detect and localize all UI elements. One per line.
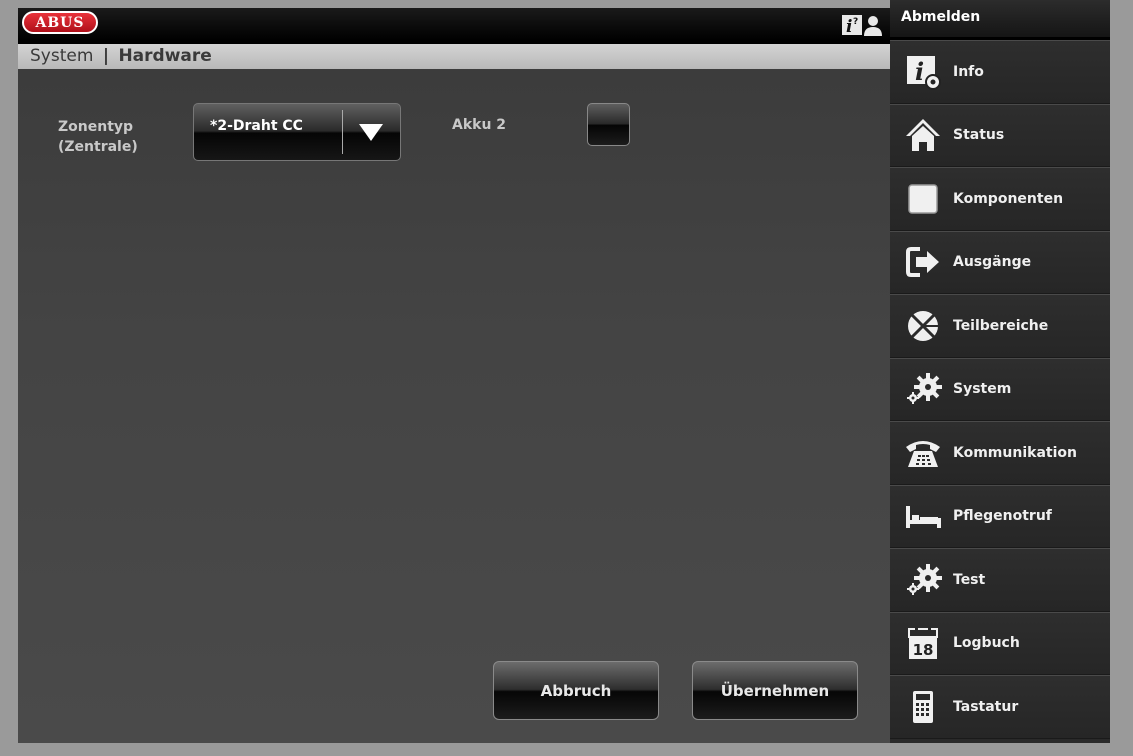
sidebar-item-label: System [953,381,1012,398]
help-user-icon[interactable]: i ? [840,12,884,38]
sidebar-item-label: Teilbereiche [953,317,1049,334]
home-icon [903,115,943,155]
exit-arrow-icon [903,242,943,282]
sidebar-item-tastatur[interactable]: Tastatur [890,675,1110,739]
sidebar-item-system[interactable]: System [890,357,1110,421]
dropdown-divider [342,110,343,154]
calendar-icon: 18 [903,623,943,663]
chevron-down-icon [359,124,383,141]
square-icon [903,179,943,219]
sidebar-item-pflegenotruf[interactable]: Pflegenotruf [890,484,1110,548]
telephone-icon [903,433,943,473]
sidebar-item-label: Tastatur [953,698,1019,715]
svg-text:i: i [915,57,924,86]
akku-checkbox[interactable] [587,103,630,146]
sidebar-item-komponenten[interactable]: Komponenten [890,167,1110,231]
zone-type-label-line1: Zonentyp [58,119,134,135]
abus-logo: ABUS [22,11,98,34]
sidebar-item-logbuch[interactable]: 18 Logbuch [890,611,1110,675]
logout-button[interactable]: Abmelden [890,0,1110,40]
screen-border [1110,0,1133,756]
sidebar-item-ausgaenge[interactable]: Ausgänge [890,230,1110,294]
sidebar-item-label: Ausgänge [953,254,1032,271]
top-bar: ABUS i ? [18,8,890,44]
sidebar-item-teilbereiche[interactable]: Teilbereiche [890,294,1110,358]
zone-type-dropdown[interactable]: *2-Draht CC [193,103,401,161]
breadcrumb-parent[interactable]: System [30,46,93,66]
breadcrumb-current: Hardware [118,46,212,66]
sidebar-item-info[interactable]: i Info [890,40,1110,104]
bed-icon [903,496,943,536]
zone-type-value: *2-Draht CC [210,118,303,134]
sidebar-item-label: Logbuch [953,635,1020,652]
breadcrumb: System | Hardware [18,44,890,69]
app-screen: ABUS i ? System | Hardware Zonentyp (Zen… [0,0,1133,756]
gears-icon [903,560,943,600]
sidebar-item-test[interactable]: Test [890,548,1110,612]
partition-icon [903,306,943,346]
sidebar-item-label: Test [953,571,986,588]
zone-type-label-line2: (Zentrale) [58,139,138,155]
apply-button[interactable]: Übernehmen [692,661,858,720]
sidebar-item-label: Kommunikation [953,444,1077,461]
sidebar: Abmelden i Info Status Komponenten Ausgä… [890,0,1110,743]
main-content: Zonentyp (Zentrale) *2-Draht CC Akku 2 A… [18,69,890,743]
svg-text:?: ? [853,17,858,27]
sidebar-item-kommunikation[interactable]: Kommunikation [890,421,1110,485]
calendar-day: 18 [913,641,934,659]
sidebar-item-label: Komponenten [953,190,1064,207]
akku-label: Akku 2 [452,117,507,133]
info-settings-icon: i [903,52,943,92]
sidebar-item-label: Pflegenotruf [953,508,1052,525]
sidebar-item-status[interactable]: Status [890,103,1110,167]
gears-icon [903,369,943,409]
cancel-button[interactable]: Abbruch [493,661,659,720]
sidebar-item-label: Info [953,63,984,80]
zone-type-label: Zonentyp (Zentrale) [58,117,168,157]
keypad-icon [903,687,943,727]
breadcrumb-separator: | [102,46,110,66]
sidebar-item-label: Status [953,127,1005,144]
svg-text:i: i [846,17,852,37]
